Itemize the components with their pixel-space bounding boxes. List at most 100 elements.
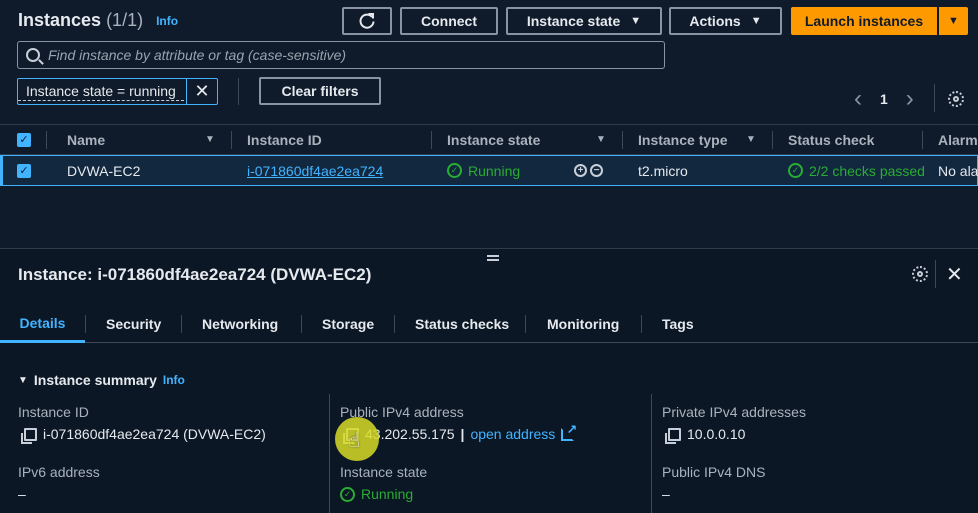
divider bbox=[238, 78, 239, 105]
success-icon: ✓ bbox=[788, 163, 803, 178]
instance-id-label: Instance ID bbox=[18, 404, 89, 420]
public-ipv4-value: 43.202.55.175 | open address bbox=[343, 422, 577, 444]
column-header-instance-state[interactable]: Instance state bbox=[447, 125, 540, 154]
column-divider bbox=[922, 131, 923, 149]
separator: | bbox=[460, 426, 465, 442]
divider bbox=[935, 260, 936, 288]
pointer-hand-icon: ☝ bbox=[348, 430, 361, 452]
column-header-instance-id[interactable]: Instance ID bbox=[247, 125, 322, 154]
divider bbox=[934, 84, 935, 112]
next-page-icon[interactable]: › bbox=[906, 87, 914, 111]
actions-label: Actions bbox=[689, 13, 741, 29]
alarm-status: No ala bbox=[938, 162, 978, 179]
info-link[interactable]: Info bbox=[163, 373, 185, 387]
tab-divider bbox=[181, 315, 182, 333]
tab-security[interactable]: Security bbox=[106, 305, 161, 343]
refresh-button[interactable] bbox=[342, 7, 392, 35]
details-tabs: Details Security Networking Storage Stat… bbox=[0, 305, 978, 343]
column-divider bbox=[231, 131, 232, 149]
connect-button[interactable]: Connect bbox=[400, 7, 498, 35]
tab-details[interactable]: Details bbox=[0, 305, 85, 343]
zoom-in-icon[interactable]: + bbox=[574, 164, 587, 177]
pagination: ‹ 1 › bbox=[854, 87, 914, 111]
tab-storage[interactable]: Storage bbox=[322, 305, 374, 343]
sort-icon[interactable]: ▼ bbox=[596, 125, 606, 154]
instance-id-value: i-071860df4ae2ea724 (DVWA-EC2) bbox=[21, 426, 266, 444]
instances-list-panel: Instances (1/1) Info Connect Instance st… bbox=[0, 0, 978, 248]
filter-token-label: Instance state = running bbox=[18, 82, 184, 101]
column-divider bbox=[622, 131, 623, 149]
row-checkbox[interactable]: ✓ bbox=[17, 156, 31, 185]
column-header-alarm[interactable]: Alarm bbox=[938, 125, 978, 154]
filter-token[interactable]: Instance state = running ✕ bbox=[17, 78, 218, 105]
public-dns-label: Public IPv4 DNS bbox=[662, 464, 766, 480]
column-divider bbox=[46, 131, 47, 149]
caret-down-icon: ▼ bbox=[948, 15, 959, 27]
tab-status-checks[interactable]: Status checks bbox=[415, 305, 509, 343]
table-row[interactable]: ✓ DVWA-EC2 i-071860df4ae2ea724 ✓ Running… bbox=[0, 155, 978, 186]
instance-name: DVWA-EC2 bbox=[67, 162, 141, 179]
instance-id-link[interactable]: i-071860df4ae2ea724 bbox=[247, 156, 383, 185]
actions-dropdown[interactable]: Actions ▼ bbox=[669, 7, 782, 35]
zoom-out-icon[interactable]: − bbox=[590, 164, 603, 177]
tab-divider bbox=[641, 315, 642, 333]
caret-down-icon: ▼ bbox=[750, 15, 762, 27]
page-number[interactable]: 1 bbox=[880, 91, 888, 107]
tab-divider bbox=[85, 315, 86, 333]
tab-tags[interactable]: Tags bbox=[662, 305, 694, 343]
copy-icon[interactable] bbox=[665, 427, 681, 444]
search-field[interactable]: Find instance by attribute or tag (case-… bbox=[17, 41, 665, 69]
status-check-text: 2/2 checks passed bbox=[809, 162, 925, 179]
gear-icon bbox=[912, 266, 928, 282]
instance-count: (1/1) bbox=[106, 10, 144, 30]
section-title: Instance summary bbox=[33, 372, 157, 388]
sort-icon[interactable]: ▼ bbox=[746, 125, 756, 154]
tab-divider bbox=[525, 315, 526, 333]
instance-state-text: Running bbox=[468, 162, 521, 179]
launch-instances-dropdown[interactable]: ▼ bbox=[939, 7, 968, 35]
resize-handle-icon[interactable] bbox=[487, 255, 499, 261]
instance-summary-header[interactable]: ▼ Instance summary Info bbox=[18, 372, 185, 388]
info-link[interactable]: Info bbox=[156, 14, 178, 28]
instance-state-label: Instance state bbox=[340, 464, 428, 480]
column-divider bbox=[329, 394, 330, 513]
ipv6-label: IPv6 address bbox=[18, 464, 100, 480]
instance-type: t2.micro bbox=[638, 162, 688, 179]
success-icon: ✓ bbox=[447, 163, 462, 178]
launch-instances-button[interactable]: Launch instances bbox=[791, 7, 937, 35]
column-header-status-check[interactable]: Status check bbox=[788, 125, 874, 154]
refresh-icon bbox=[359, 13, 375, 29]
clear-filters-button[interactable]: Clear filters bbox=[259, 77, 381, 105]
column-divider bbox=[431, 131, 432, 149]
column-header-instance-type[interactable]: Instance type bbox=[638, 125, 727, 154]
instance-state-value: ✓ Running bbox=[340, 486, 413, 502]
success-icon: ✓ bbox=[340, 486, 355, 502]
caret-down-icon: ▼ bbox=[630, 15, 642, 27]
collapse-icon: ▼ bbox=[18, 374, 28, 386]
details-title: Instance: i-071860df4ae2ea724 (DVWA-EC2) bbox=[18, 265, 372, 284]
instances-table: ✓ Name ▼ Instance ID Instance state ▼ In… bbox=[0, 124, 978, 186]
copy-icon[interactable] bbox=[21, 427, 37, 444]
external-link-icon[interactable] bbox=[561, 422, 577, 441]
sort-icon[interactable]: ▼ bbox=[205, 125, 215, 154]
panel-settings-button[interactable] bbox=[912, 266, 928, 282]
tab-divider bbox=[394, 315, 395, 333]
page-title: Instances (1/1) Info bbox=[18, 10, 178, 31]
status-check: ✓ 2/2 checks passed bbox=[788, 156, 925, 185]
preferences-button[interactable] bbox=[948, 91, 964, 107]
tab-monitoring[interactable]: Monitoring bbox=[547, 305, 619, 343]
previous-page-icon[interactable]: ‹ bbox=[854, 87, 862, 111]
instance-state-dropdown[interactable]: Instance state ▼ bbox=[506, 7, 662, 35]
private-ipv4-label: Private IPv4 addresses bbox=[662, 404, 806, 420]
table-header: ✓ Name ▼ Instance ID Instance state ▼ In… bbox=[0, 124, 978, 155]
instance-id-text: i-071860df4ae2ea724 (DVWA-EC2) bbox=[43, 426, 266, 442]
tab-networking[interactable]: Networking bbox=[202, 305, 278, 343]
column-header-name[interactable]: Name bbox=[67, 125, 105, 154]
ipv6-value: – bbox=[18, 486, 26, 502]
page-title-text: Instances bbox=[18, 10, 102, 30]
remove-filter-icon[interactable]: ✕ bbox=[186, 79, 217, 104]
zoom-controls: + − bbox=[574, 156, 606, 185]
select-all-checkbox[interactable]: ✓ bbox=[17, 125, 31, 154]
open-address-link[interactable]: open address bbox=[470, 426, 555, 442]
close-icon[interactable]: ✕ bbox=[946, 262, 963, 287]
